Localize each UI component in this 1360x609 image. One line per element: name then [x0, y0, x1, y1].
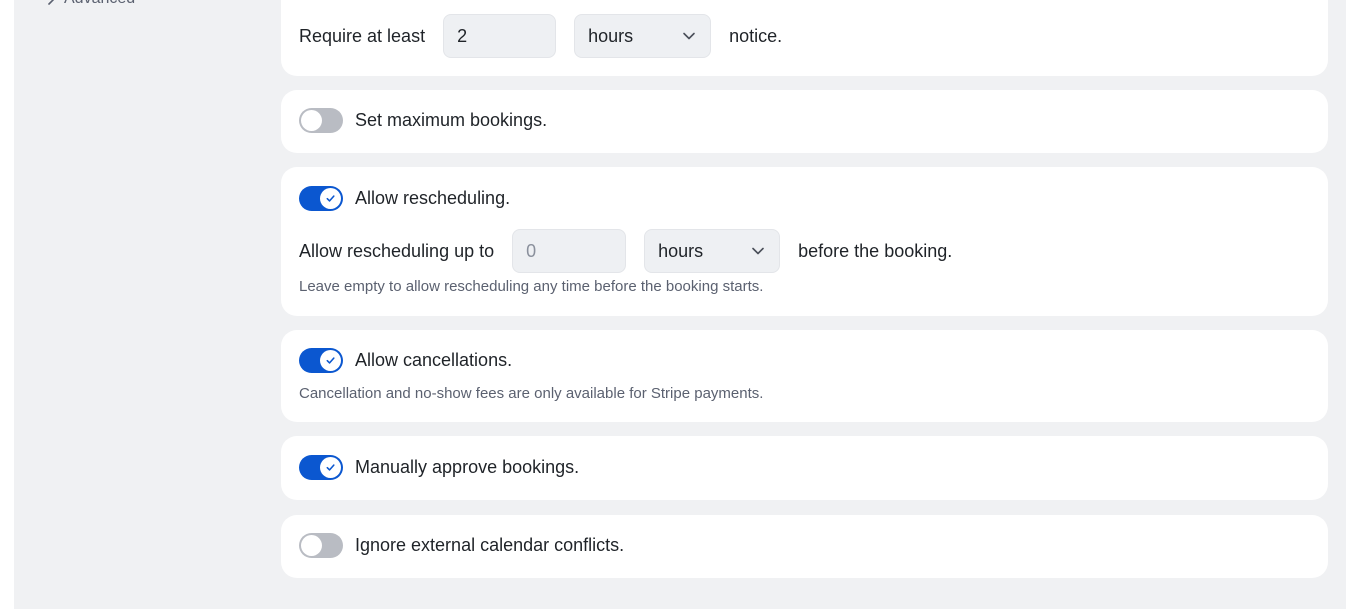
chevron-down-icon: [683, 32, 695, 40]
rescheduling-card: Allow rescheduling. Allow rescheduling u…: [281, 167, 1328, 316]
rescheduling-amount-input[interactable]: [512, 229, 627, 273]
rescheduling-unit-select[interactable]: hours: [644, 229, 781, 273]
rescheduling-suffix-label: before the booking.: [798, 240, 953, 261]
toggle-knob: [320, 188, 341, 209]
toggle-knob: [320, 350, 341, 371]
cancellations-label: Allow cancellations.: [355, 350, 513, 370]
manual-approval-card: Manually approve bookings.: [281, 436, 1328, 500]
notice-unit-select[interactable]: hours: [574, 14, 712, 58]
notice-amount-input[interactable]: [443, 14, 557, 58]
max-bookings-toggle[interactable]: [299, 108, 343, 133]
notice-prefix-label: Require at least: [299, 25, 426, 46]
notice-suffix-label: notice.: [729, 25, 783, 46]
notice-unit-value: hours: [588, 25, 634, 46]
manual-approval-toggle[interactable]: [299, 455, 343, 480]
rescheduling-toggle[interactable]: [299, 186, 343, 211]
chevron-down-icon: [752, 247, 764, 255]
cancellations-hint: Cancellation and no-show fees are only a…: [299, 385, 764, 402]
minimum-notice-card: Require at least hours notice.: [281, 0, 1328, 76]
external-conflicts-card: Ignore external calendar conflicts.: [281, 515, 1328, 578]
manual-approval-label: Manually approve bookings.: [355, 457, 580, 477]
settings-panel: Advanced Require at least hours notice. …: [14, 0, 1346, 609]
rescheduling-prefix-label: Allow rescheduling up to: [299, 240, 495, 261]
rescheduling-label: Allow rescheduling.: [355, 188, 511, 208]
cancellations-card: Allow cancellations. Cancellation and no…: [281, 330, 1328, 422]
toggle-knob: [301, 535, 322, 556]
chevron-right-icon: [48, 0, 55, 5]
check-icon: [326, 195, 335, 202]
cancellations-toggle[interactable]: [299, 348, 343, 373]
max-bookings-label: Set maximum bookings.: [355, 110, 548, 130]
toggle-knob: [320, 457, 341, 478]
sidebar-item-label: Advanced: [64, 0, 135, 8]
external-conflicts-toggle[interactable]: [299, 533, 343, 558]
rescheduling-unit-value: hours: [658, 240, 704, 261]
sidebar-item-advanced[interactable]: Advanced: [46, 0, 135, 8]
rescheduling-hint: Leave empty to allow rescheduling any ti…: [299, 278, 764, 295]
check-icon: [326, 357, 335, 364]
external-conflicts-label: Ignore external calendar conflicts.: [355, 535, 625, 555]
check-icon: [326, 464, 335, 471]
max-bookings-card: Set maximum bookings.: [281, 90, 1328, 153]
toggle-knob: [301, 110, 322, 131]
